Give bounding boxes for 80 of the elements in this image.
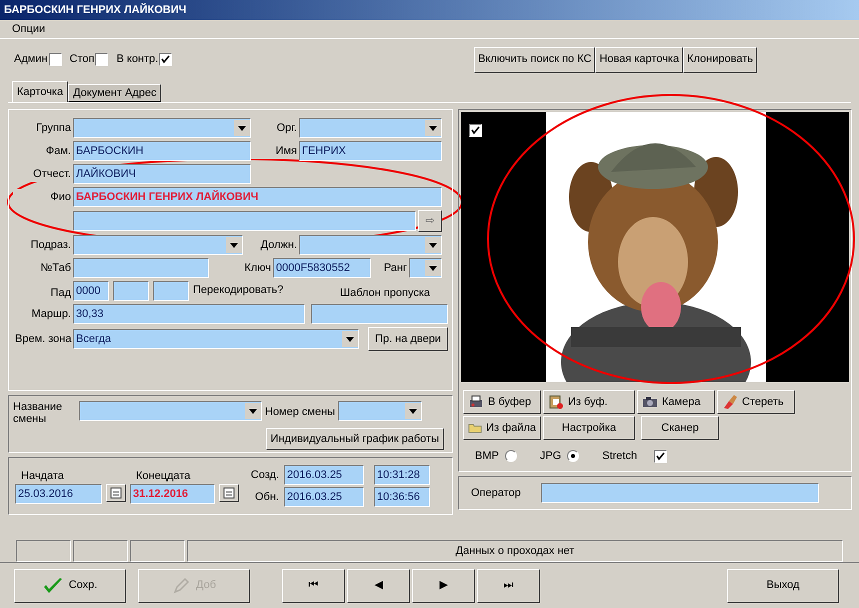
text-field[interactable]: 2016.03.25	[284, 487, 364, 507]
calendar-button[interactable]	[219, 484, 239, 502]
checkbox[interactable]	[654, 450, 668, 463]
text-field[interactable]: 0000F5830552	[273, 258, 371, 278]
printer-icon	[468, 394, 484, 410]
text-field[interactable]: 10:31:28	[374, 465, 430, 485]
dropdown-field[interactable]: Всегда	[73, 329, 359, 349]
status-message: Данных о проходах нет	[187, 540, 843, 562]
button[interactable]: Пр. на двери	[368, 327, 448, 351]
button[interactable]: Индивидуальный график работы	[266, 428, 444, 450]
navigation-button[interactable]: ⏭	[477, 568, 540, 602]
window-title: БАРБОСКИН ГЕНРИХ ЛАЙКОВИЧ	[4, 2, 186, 18]
text-field[interactable]: ЛАЙКОВИЧ	[73, 164, 251, 184]
dropdown-field[interactable]	[73, 235, 243, 255]
calendar-icon	[223, 487, 235, 499]
checkmark-icon	[42, 576, 63, 594]
text-field[interactable]: БАРБОСКИН	[73, 141, 251, 161]
field-label: Оператор	[471, 486, 521, 501]
text-field[interactable]: 25.03.2016	[15, 484, 102, 504]
pencil-icon	[172, 576, 190, 594]
toolbar-button[interactable]: Клонировать	[683, 46, 757, 72]
tab[interactable]: Карточка	[12, 81, 68, 102]
input-field[interactable]	[311, 304, 448, 324]
dropdown-field[interactable]	[409, 258, 442, 278]
photo-button[interactable]: Настройка	[543, 416, 635, 440]
text-field[interactable]: 2016.03.25	[284, 465, 364, 485]
photo-button[interactable]: Из файла	[463, 416, 541, 440]
field-label: Шаблон пропуска	[340, 286, 430, 300]
navigation-button[interactable]: ⏮	[282, 568, 345, 602]
checkbox[interactable]	[159, 53, 172, 66]
checkbox-label: Стоп	[70, 52, 94, 68]
photo-button[interactable]: Сканер	[641, 416, 719, 440]
radio-label: BMP	[475, 449, 499, 464]
checkbox[interactable]	[95, 53, 108, 66]
input-field[interactable]	[73, 258, 209, 278]
text-field[interactable]: 0000	[73, 281, 109, 301]
photo-button[interactable]: В буфер	[463, 390, 541, 414]
field-label: Конецдата	[135, 468, 190, 484]
toolbar-button[interactable]: Включить поиск по КС	[474, 46, 596, 72]
field-label: Номер смены	[264, 405, 336, 420]
dropdown-field[interactable]	[79, 401, 262, 421]
dropdown-field[interactable]	[73, 118, 251, 138]
input-field[interactable]	[540, 483, 819, 503]
text-field[interactable]: 30,33	[73, 304, 305, 324]
radio-button[interactable]	[504, 450, 517, 462]
recode-label: Перекодировать?	[193, 282, 284, 298]
photo-button[interactable]: Стереть	[717, 390, 795, 414]
field-label: Врем. зона	[15, 334, 73, 344]
tab[interactable]: Документ Адрес	[68, 84, 162, 102]
dropdown-field[interactable]	[299, 235, 442, 255]
input-field[interactable]	[73, 211, 416, 231]
camera-icon	[642, 394, 658, 410]
checkbox-label: В контр.	[116, 52, 158, 68]
checkbox-label: Stretch	[602, 449, 638, 464]
photo-button[interactable]: Камера	[637, 390, 715, 414]
checkbox-label: Админ	[14, 52, 48, 68]
save-button[interactable]: Сохр.	[14, 568, 126, 602]
input-field[interactable]	[153, 281, 189, 301]
dropdown-field[interactable]	[338, 401, 422, 421]
text-field[interactable]: ГЕНРИХ	[299, 141, 442, 161]
navigation-button[interactable]: ◀	[347, 568, 410, 602]
input-field[interactable]	[113, 281, 149, 301]
dropdown-field[interactable]	[299, 118, 442, 138]
field-label: Название смены	[13, 401, 64, 425]
text-field[interactable]: 10:36:56	[374, 487, 430, 507]
arrow-button[interactable]: ⇨	[418, 210, 442, 232]
photo-button[interactable]: Из буф.	[543, 390, 635, 414]
eraser-icon	[722, 394, 738, 410]
menu-item[interactable]: Опции	[8, 20, 50, 38]
checkbox[interactable]	[469, 124, 482, 137]
radio-button[interactable]	[567, 450, 580, 462]
field-label: Начдата	[20, 468, 64, 484]
toolbar-button[interactable]: Новая карточка	[595, 46, 684, 72]
radio-label: JPG	[540, 449, 562, 464]
calendar-icon	[110, 487, 122, 499]
clipboard-icon	[548, 394, 564, 410]
exit-button[interactable]: Выход	[727, 568, 839, 602]
calendar-button[interactable]	[106, 484, 126, 502]
checkbox[interactable]	[48, 53, 62, 66]
navigation-button[interactable]: ▶	[412, 568, 475, 602]
